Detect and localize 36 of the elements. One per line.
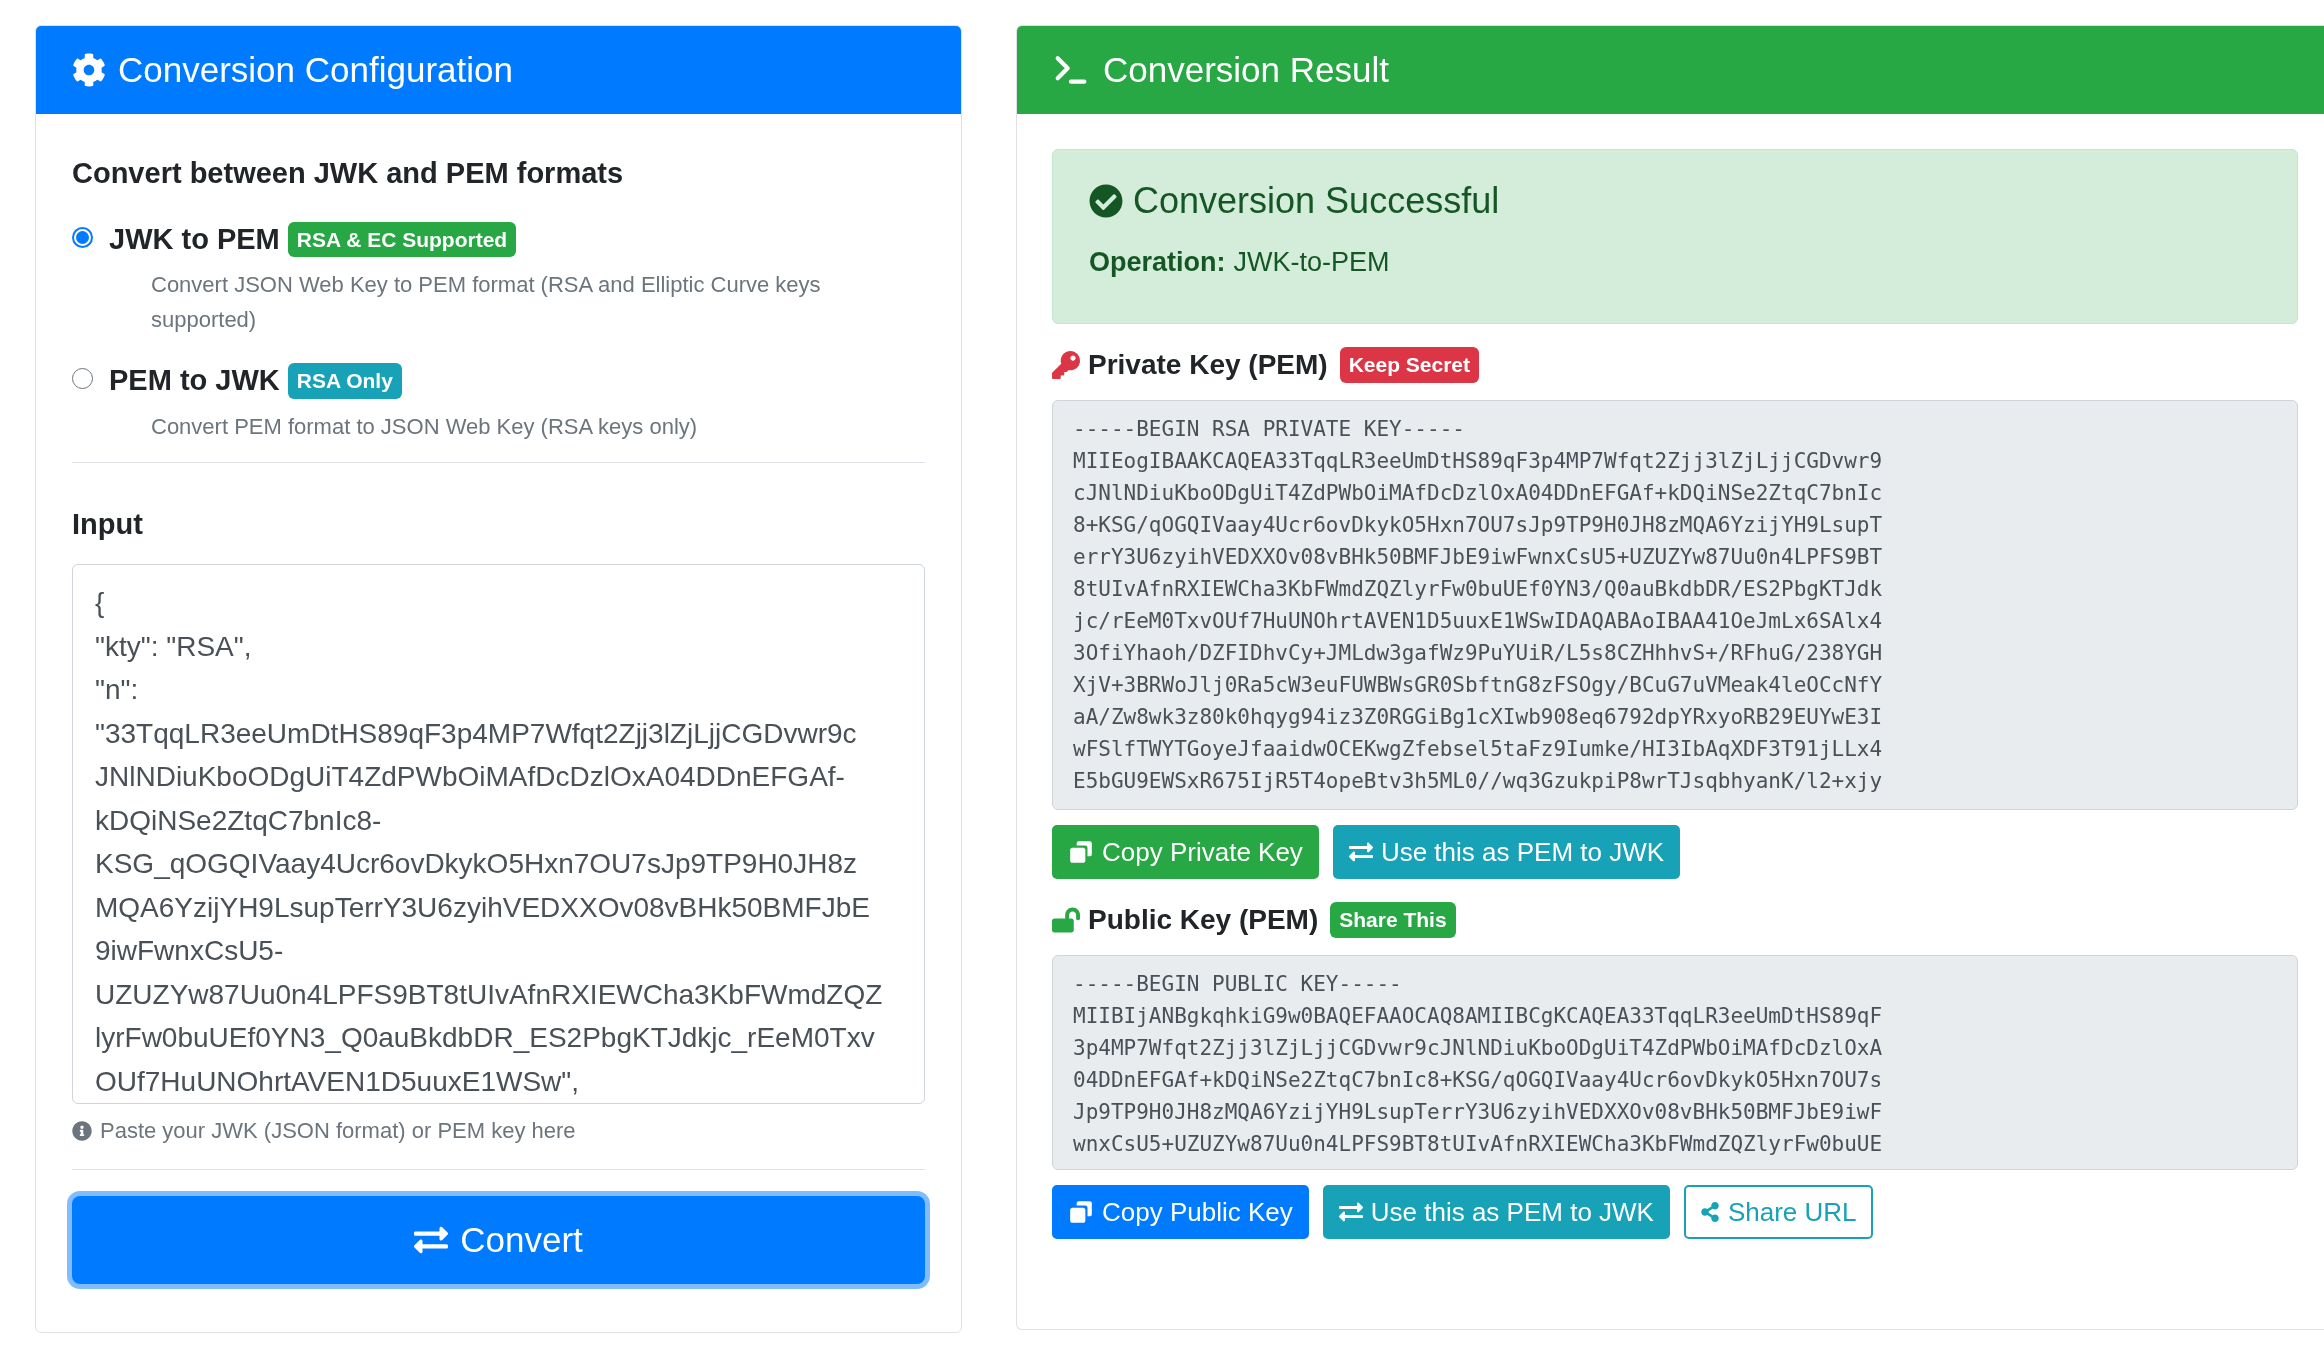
copy-icon [1068, 1199, 1094, 1225]
action-button[interactable]: Copy Public Key [1052, 1185, 1309, 1239]
share-icon [1699, 1202, 1720, 1222]
swap-arrows-icon [1348, 840, 1373, 864]
key-icon [1052, 351, 1080, 379]
card-title: Conversion Result [1103, 48, 1389, 91]
option-label[interactable]: JWK to PEM [109, 217, 280, 261]
section-heading: Public Key (PEM) [1088, 903, 1319, 937]
tag: RSA & EC Supported [287, 221, 517, 257]
action-button[interactable]: Use this as PEM to JWK [1332, 825, 1681, 879]
action-button[interactable]: Use this as PEM to JWK [1322, 1185, 1670, 1239]
option-label[interactable]: PEM to JWK [109, 359, 280, 403]
operation-label: Operation: [1089, 246, 1226, 279]
tag: Keep Secret [1339, 347, 1480, 383]
help-text: Paste your JWK (JSON format) or PEM key here [100, 1117, 576, 1145]
key-output-field[interactable]: -----BEGIN RSA PRIVATE KEY----- MIIEogIBAAKCAQEA33TqqLR3eeUmDtHS89qF3p4MP7Wfqt2Zjj3lZjLjjCGDvwr9 cJNlNDiuKboODgUiT4ZdPWbOiMAfDcDzlOxA04DDnEFGAf+kDQiNSe2ZtqC7bnIc 8+KSG/qOGQIVaay4Ucr6ovDkykO5Hxn7OU7sJp9TP9H0JH8zMQA6YzijYH9LsupT errY3U6zyihVEDXXOv08vBHk50BMFJbE9iwFwnxCsU5+UZUZYw87Uu0n4LPFS9BT 8tUIvAfnRXIEWCha3KbFWmdZQZlyrFw0buUEf0YN3/Q0auBkdbDR/ES2PbgKTJdk jc/rEeM0TxvOUf7HuUNOhrtAVEN1D5uuxE1WSwIDAQABAoIBAA41OeJmLx6SAlx4 3OfiYhaoh/DZFIDhvCy+JMLdw3gafWz9PuYUiR/L5s8CZHhhvS+/RFhuG/238YGH XjV+3BRWoJlj0Ra5cW3euFUWBWsGR0SbftnG8zFSOgy/BCuG7uVMeak4leOCcNfY aA/Zw8wk3z80k0hqyg94iz3Z0RGGiBg1cXIwb908eq6792dpYRxyoRB29EUYwE3I wFSlfTWYTGoyeJfaaidwOCEKwgZfebsel5taFz9Iumke/HI3IbAqXDF3T91jLLx4 E5bGU9EWSxR675IjR5T4opeBtv3h5ML0//wq3GzukpiP8wrTJsqbhyanK/l2+xjy [1052, 400, 2298, 810]
info-icon [72, 1120, 92, 1141]
section-heading: Private Key (PEM) [1088, 348, 1328, 382]
tag: Share This [1330, 902, 1456, 938]
section-heading: Convert between JWK and PEM formats [72, 156, 625, 191]
key-output-field[interactable]: -----BEGIN PUBLIC KEY----- MIIBIjANBgkqhkiG9w0BAQEFAAOCAQ8AMIIBCgKCAQEA33TqqLR3eeUmDtHS89qF 3p4MP7Wfqt2Zjj3lZjLjjCGDvwr9cJNlNDiuKboODgUiT4ZdPWbOiMAfDcDzlOxA 04DDnEFGAf+kDQiNSe2ZtqC7bnIc8+KSG/qOGQIVaay4Ucr6ovDkykO5Hxn7OU7s Jp9TP9H0JH8zMQA6YzijYH9LsupTerrY3U6zyihVEDXXOv08vBHk50BMFJbE9iwF wnxCsU5+UZUZYw87Uu0n4LPFS9BT8tUIvAfnRXIEWCha3KbFWmdZQZlyrFw0buUE [1052, 955, 2298, 1170]
operation-value: JWK-to-PEM [1233, 246, 1390, 279]
key-input-field[interactable]: { "kty": "RSA", "n": "33TqqLR3eeUmDtHS89qF3p4MP7Wfqt2Zjj3lZjLjjCGDvwr9c JNlNDiuKboODgUiT4ZdPWbOiMAfDcDzlOxA04DDnEFGAf- kDQiNSe2ZtqC7bnIc8- KSG_qOGQIVaay4Ucr6ovDkykO5Hxn7OU7sJp9TP9H0JH8z MQA6YzijYH9LsupTerrY3U6zyihVEDXXOv08vBHk50BMFJbE 9iwFwnxCsU5- UZUZYw87Uu0n4LPFS9BT8tUIvAfnRXIEWCha3KbFWmdZQZ lyrFw0buUEf0YN3_Q0auBkdbDR_ES2PbgKTJdkjc_rEeM0Txv OUf7HuUNOhrtAVEN1D5uuxE1WSw", [72, 564, 925, 1104]
unlocked-padlock-icon [1052, 906, 1080, 934]
action-button[interactable]: Copy Private Key [1052, 825, 1319, 879]
copy-icon [1068, 839, 1094, 865]
option-description: Convert PEM format to JSON Web Key (RSA keys only) [151, 412, 699, 441]
field-label: Input [72, 506, 144, 542]
alert-title: Conversion Successful [1133, 179, 1500, 223]
swap-arrows-icon [1338, 1200, 1363, 1224]
card-title: Conversion Configuration [118, 48, 513, 91]
radio-button[interactable] [72, 226, 93, 248]
option-description: Convert JSON Web Key to PEM format (RSA and Elliptic Curve keys supported) [151, 271, 822, 334]
action-button[interactable]: Share URL [1683, 1185, 1873, 1239]
tag: RSA Only [287, 363, 402, 399]
settings-icon [72, 53, 106, 87]
